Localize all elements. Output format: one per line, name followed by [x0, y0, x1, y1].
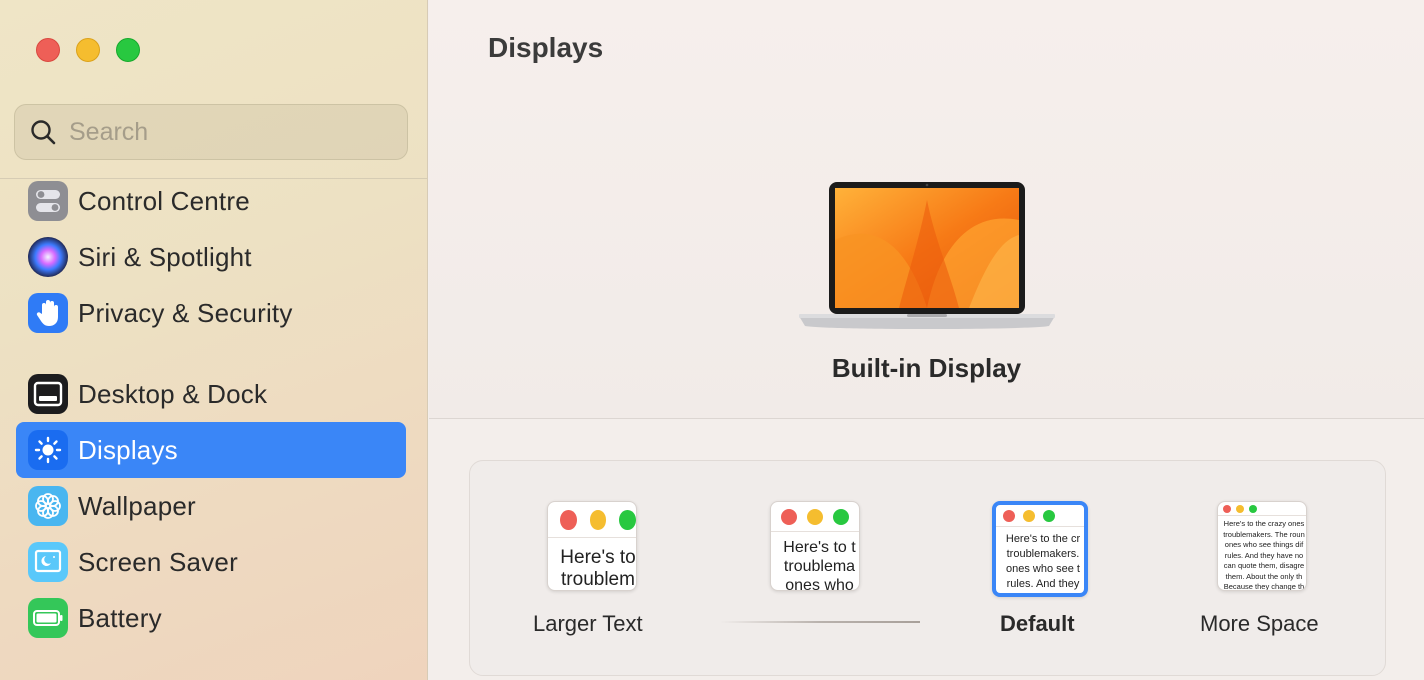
preview-text-line: Here's to the crazy ones: [1223, 519, 1305, 528]
zoom-dot: [1043, 509, 1055, 522]
close-dot: [781, 508, 797, 525]
preview-text-line: rules. And they have no: [1224, 550, 1304, 560]
sidebar-item-label: Siri & Spotlight: [78, 241, 252, 272]
preview-text-line: Here's to: [560, 547, 636, 568]
resolution-label: Default: [1000, 611, 1075, 636]
resolution-label: Larger Text: [533, 611, 643, 636]
preview-text-line: troublem: [561, 569, 635, 590]
sidebar-item-screen-saver[interactable]: Screen Saver: [16, 534, 406, 590]
resolution-label: More Space: [1200, 611, 1319, 636]
sidebar-item-displays[interactable]: Displays: [16, 422, 406, 478]
search-field[interactable]: [14, 104, 408, 160]
sidebar-item-desktop-dock[interactable]: Desktop & Dock: [16, 366, 406, 422]
preview-text-line: ones who see t: [1006, 563, 1080, 575]
resolution-option-more-space[interactable]: Here's to the crazy ones troublemakers. …: [1217, 501, 1307, 591]
preview-text-line: can quote them, disagre: [1223, 561, 1305, 570]
sidebar-item-label: Desktop & Dock: [78, 378, 268, 409]
preview-text-line: troublema: [783, 558, 856, 575]
siri-icon: [28, 237, 68, 277]
sidebar-item-label: Wallpaper: [78, 490, 196, 521]
minimize-dot: [807, 508, 823, 525]
preview-text-line: rules. And they: [1006, 578, 1080, 590]
close-button[interactable]: [36, 38, 60, 62]
zoom-button[interactable]: [116, 38, 140, 62]
preview-text-line: ones who see things dif: [1224, 540, 1304, 549]
sidebar-group-2: Desktop & Dock Displays Wallpaper Screen…: [16, 366, 406, 646]
window-controls: [36, 38, 140, 62]
sidebar-item-siri-spotlight[interactable]: Siri & Spotlight: [16, 229, 406, 285]
sidebar-item-label: Privacy & Security: [78, 297, 293, 328]
sidebar-item-wallpaper[interactable]: Wallpaper: [16, 478, 406, 534]
hand-icon: [28, 293, 68, 333]
preview-text-line: ones who: [785, 577, 854, 591]
minimize-button[interactable]: [76, 38, 100, 62]
flower-icon: [28, 486, 68, 526]
preview-text-line: Because they change th: [1223, 582, 1305, 591]
preview-text-line: Here's to t: [783, 539, 856, 556]
main-content: Built-in Display Displays Here's to trou…: [429, 0, 1424, 680]
preview-text-line: troublemakers. The roun: [1223, 529, 1305, 539]
sidebar-item-battery[interactable]: Battery: [16, 590, 406, 646]
search-icon: [31, 120, 56, 145]
resolution-option-larger-text[interactable]: Here's to troublem: [547, 501, 637, 591]
minimize-dot: [1236, 504, 1244, 513]
close-dot: [1003, 509, 1015, 522]
screen-saver-icon: [28, 542, 68, 582]
close-dot: [560, 509, 577, 530]
battery-icon: [28, 598, 68, 638]
sidebar-item-privacy-security[interactable]: Privacy & Security: [16, 285, 406, 341]
resolution-option-default[interactable]: Here's to the cr troublemakers. ones who…: [992, 501, 1088, 597]
sidebar-item-label: Control Centre: [78, 185, 250, 216]
page-title: Displays: [488, 32, 604, 63]
sidebar-item-label: Battery: [78, 602, 162, 633]
sidebar-group-1: Control Centre Siri & Spotlight Privacy …: [16, 173, 406, 341]
preview-text-line: Here's to the cr: [1005, 533, 1081, 545]
resolution-preview-thumbnail: Here's to the cr troublemakers. ones who…: [992, 501, 1088, 597]
resolution-preview-thumbnail: Here's to troublem: [547, 501, 637, 591]
control-centre-icon: [28, 181, 68, 221]
resolution-preview-thumbnail: Here's to t troublema ones who: [770, 501, 860, 591]
search-input[interactable]: [69, 117, 389, 147]
laptop-display-image[interactable]: [799, 180, 1055, 345]
dock-icon: [28, 374, 68, 414]
sidebar-item-label: Screen Saver: [78, 546, 238, 577]
display-name-label: Built-in Display: [831, 353, 1022, 383]
sun-icon: [28, 430, 68, 470]
close-dot: [1223, 504, 1231, 513]
minimize-dot: [1023, 509, 1035, 522]
preview-text-line: them. About the only th: [1225, 571, 1303, 581]
resolution-panel: Here's to troublem Larger Text Here's to…: [469, 460, 1386, 676]
minimize-dot: [589, 509, 607, 530]
preview-text-line: troublemakers.: [1006, 548, 1080, 560]
sidebar-item-control-centre[interactable]: Control Centre: [16, 173, 406, 229]
resolution-preview-thumbnail: Here's to the crazy ones troublemakers. …: [1217, 501, 1307, 591]
zoom-dot: [1249, 504, 1257, 513]
zoom-dot: [833, 508, 849, 525]
zoom-dot: [619, 509, 636, 530]
sidebar-item-label: Displays: [78, 434, 178, 465]
sidebar: Control Centre Siri & Spotlight Privacy …: [0, 0, 428, 680]
resolution-option-2[interactable]: Here's to t troublema ones who: [770, 501, 860, 591]
resolution-slider-track: [720, 621, 920, 623]
